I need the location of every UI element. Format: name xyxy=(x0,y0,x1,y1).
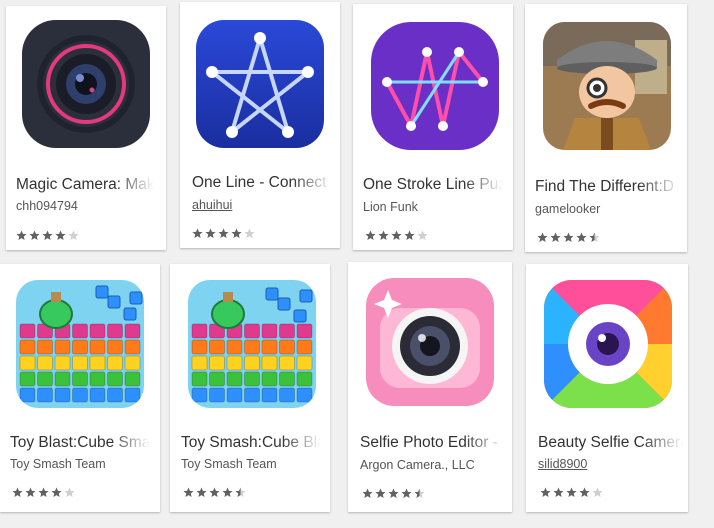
star-icon xyxy=(244,228,255,238)
app-developer[interactable]: Toy Smash Team xyxy=(10,457,150,471)
star-icon xyxy=(25,487,36,497)
star-icon xyxy=(391,230,402,240)
star-icon xyxy=(192,228,203,238)
star-rating xyxy=(362,488,425,499)
app-card-one-stroke[interactable]: One Stroke Line Puzzle Lion Funk xyxy=(353,4,513,250)
app-developer[interactable]: chh094794 xyxy=(16,199,154,213)
star-icon xyxy=(589,232,600,242)
star-icon xyxy=(196,487,207,497)
star-icon xyxy=(417,230,428,240)
star-rating xyxy=(12,487,75,498)
star-icon xyxy=(68,230,79,240)
app-developer[interactable]: ahuihui xyxy=(192,198,332,212)
app-title[interactable]: One Line - Connect xyxy=(192,174,332,192)
star-icon xyxy=(592,487,603,497)
m-line-icon xyxy=(371,22,499,150)
star-icon xyxy=(222,487,233,497)
star-icon xyxy=(563,232,574,242)
app-title[interactable]: Selfie Photo Editor - xyxy=(360,434,505,452)
star-rating xyxy=(540,487,603,498)
star-rating xyxy=(365,230,428,241)
app-title[interactable]: Toy Smash:Cube Blast xyxy=(181,434,321,452)
star-icon xyxy=(553,487,564,497)
app-title[interactable]: Find The Different:D xyxy=(535,178,680,196)
app-card-beauty-selfie[interactable]: Beauty Selfie Camera silid8900 xyxy=(526,264,688,512)
star-rating xyxy=(183,487,246,498)
app-card-magic-camera[interactable]: Magic Camera: Makeup chh094794 xyxy=(6,6,166,250)
app-card-toy-blast[interactable]: Toy Blast:Cube Smash Toy Smash Team xyxy=(0,264,160,512)
star-icon xyxy=(550,232,561,242)
star-rating xyxy=(192,228,255,239)
star-icon xyxy=(576,232,587,242)
star-icon xyxy=(404,230,415,240)
star-icon xyxy=(209,487,220,497)
star-icon xyxy=(38,487,49,497)
star-rating xyxy=(537,232,600,243)
app-title[interactable]: Toy Blast:Cube Smash xyxy=(10,434,150,452)
star-icon xyxy=(235,487,246,497)
app-developer[interactable]: Argon Camera., LLC xyxy=(360,458,505,472)
app-card-find-different[interactable]: Find The Different:D gamelooker xyxy=(525,4,687,252)
aperture-icon xyxy=(544,280,672,408)
app-title[interactable]: One Stroke Line Puzzle xyxy=(363,176,503,194)
star-icon xyxy=(579,487,590,497)
camera-lens-icon xyxy=(22,20,150,148)
star-icon xyxy=(183,487,194,497)
star-icon xyxy=(537,232,548,242)
app-developer[interactable]: Toy Smash Team xyxy=(181,457,321,471)
star-icon xyxy=(64,487,75,497)
pink-camera-icon xyxy=(366,278,494,406)
app-title[interactable]: Magic Camera: Makeup xyxy=(16,176,154,194)
app-card-selfie-photo[interactable]: Selfie Photo Editor - Argon Camera., LLC xyxy=(348,262,512,512)
app-developer[interactable]: gamelooker xyxy=(535,202,680,216)
cube-blast-icon xyxy=(16,280,144,408)
star-icon xyxy=(378,230,389,240)
star-icon xyxy=(540,487,551,497)
star-line-icon xyxy=(196,20,324,148)
star-icon xyxy=(55,230,66,240)
app-developer[interactable]: silid8900 xyxy=(538,457,683,471)
app-developer[interactable]: Lion Funk xyxy=(363,200,503,214)
star-rating xyxy=(16,230,79,241)
star-icon xyxy=(42,230,53,240)
star-icon xyxy=(16,230,27,240)
star-icon xyxy=(375,488,386,498)
star-icon xyxy=(362,488,373,498)
app-card-toy-smash[interactable]: Toy Smash:Cube Blast Toy Smash Team xyxy=(170,264,330,512)
star-icon xyxy=(12,487,23,497)
star-icon xyxy=(566,487,577,497)
app-card-one-line[interactable]: One Line - Connect ahuihui xyxy=(180,2,340,248)
star-icon xyxy=(388,488,399,498)
star-icon xyxy=(218,228,229,238)
star-icon xyxy=(51,487,62,497)
detective-icon xyxy=(543,22,671,150)
star-icon xyxy=(29,230,40,240)
cube-blast-icon xyxy=(188,280,316,408)
star-icon xyxy=(231,228,242,238)
star-icon xyxy=(401,488,412,498)
star-icon xyxy=(414,488,425,498)
star-icon xyxy=(365,230,376,240)
app-title[interactable]: Beauty Selfie Camera xyxy=(538,434,683,452)
star-icon xyxy=(205,228,216,238)
